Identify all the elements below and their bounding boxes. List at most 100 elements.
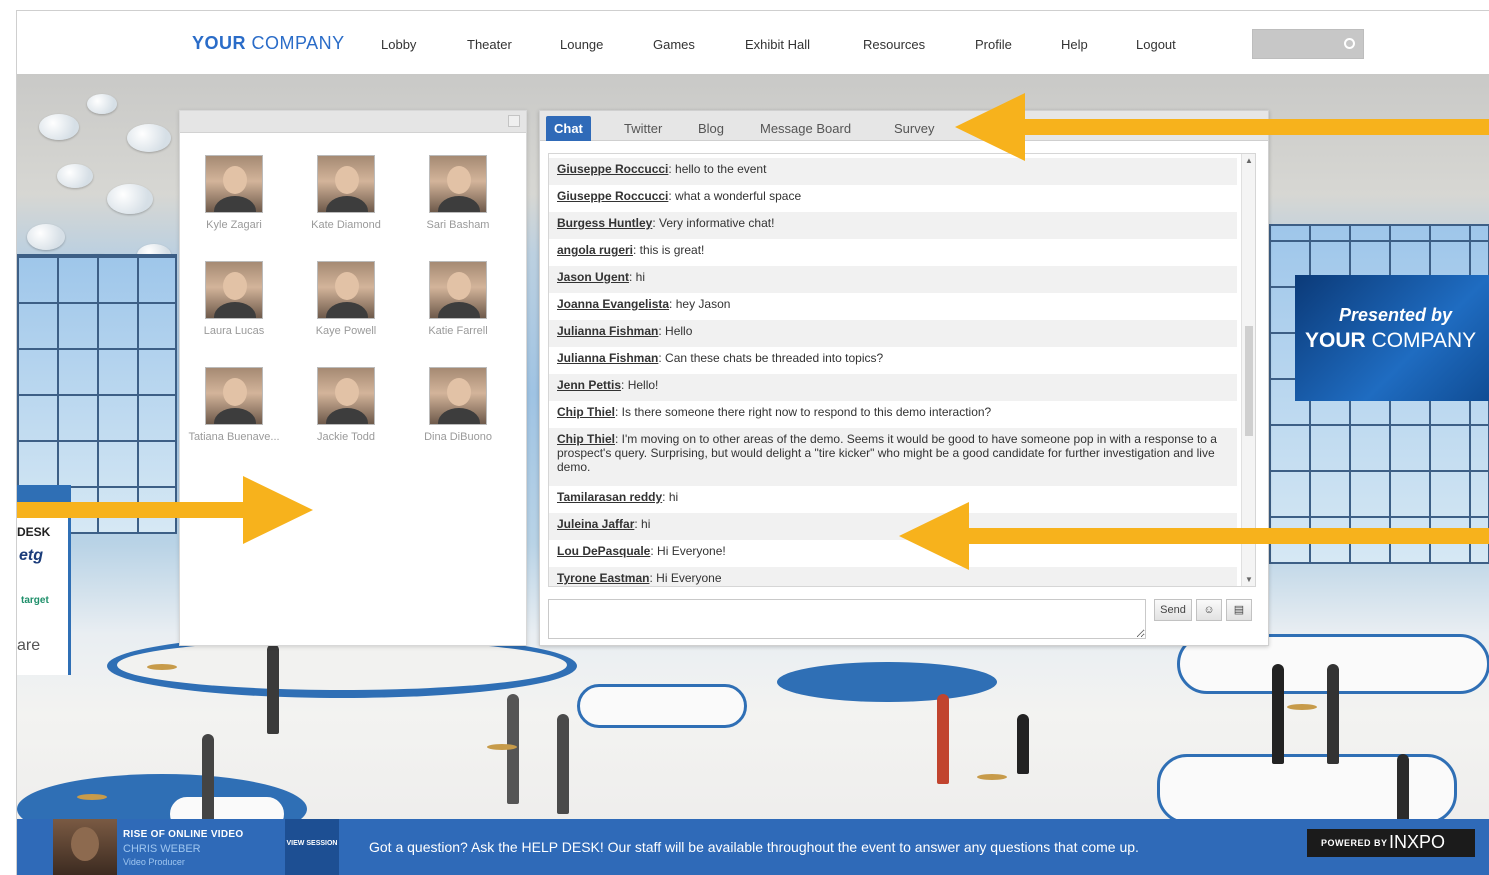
chat-scrollbar[interactable]: ▲ ▼ — [1241, 154, 1255, 586]
nav-lobby[interactable]: Lobby — [381, 37, 416, 52]
message-text: : Can these chats be threaded into topic… — [658, 351, 884, 365]
attendee-name: Kyle Zagari — [206, 219, 262, 231]
message-author[interactable]: Julianna Fishman — [557, 351, 658, 365]
message-author[interactable]: Julianna Fishman — [557, 324, 658, 338]
avatar — [429, 367, 487, 425]
tab-chat[interactable]: Chat — [546, 116, 591, 141]
avatar — [429, 155, 487, 213]
avatar — [317, 261, 375, 319]
tab-survey[interactable]: Survey — [886, 116, 942, 141]
nav-resources[interactable]: Resources — [863, 37, 925, 52]
message-text: : Is there someone there right now to re… — [615, 405, 992, 419]
chat-message-input[interactable] — [548, 599, 1146, 639]
nav-theater[interactable]: Theater — [467, 37, 512, 52]
booth-logo-2: target — [21, 595, 49, 606]
attendee-name: Sari Basham — [426, 219, 490, 231]
attendee-card[interactable]: Sari Basham — [408, 155, 508, 231]
bottom-bar: RISE OF ONLINE VIDEO CHRIS WEBER Video P… — [17, 819, 1489, 875]
attendee-card[interactable]: Kyle Zagari — [184, 155, 284, 231]
booth-logo-1: etg — [19, 547, 43, 564]
attendee-card[interactable]: Laura Lucas — [184, 261, 284, 337]
message-author[interactable]: Juleina Jaffar — [557, 517, 634, 531]
view-session-button[interactable]: VIEW SESSION — [285, 819, 339, 875]
message-author[interactable]: Burgess Huntley — [557, 216, 652, 230]
tab-blog[interactable]: Blog — [690, 116, 732, 141]
booth-logo-3: are — [17, 637, 41, 654]
close-icon[interactable] — [508, 115, 520, 127]
message-author[interactable]: Jenn Pettis — [557, 378, 621, 392]
nav-help[interactable]: Help — [1061, 37, 1088, 52]
message-text: : hi — [634, 517, 651, 531]
nav-logout[interactable]: Logout — [1136, 37, 1176, 52]
keyboard-button[interactable]: ▤ — [1226, 599, 1252, 621]
avatar — [205, 367, 263, 425]
attendee-card[interactable]: Kaye Powell — [296, 261, 396, 337]
search-icon[interactable] — [1344, 38, 1355, 49]
session-title: RISE OF ONLINE VIDEO — [123, 829, 244, 840]
message-text: : Hi Everyone! — [650, 544, 726, 558]
message-author[interactable]: Lou DePasquale — [557, 544, 650, 558]
session-thumbnail[interactable] — [53, 819, 117, 875]
keyboard-icon: ▤ — [1233, 604, 1245, 616]
message-author[interactable]: Jason Ugent — [557, 270, 629, 284]
avatar — [205, 261, 263, 319]
chat-message: Julianna Fishman: Hello — [549, 320, 1237, 347]
session-speaker: CHRIS WEBER — [123, 843, 201, 855]
chat-message: Tyrone Eastman: Hi Everyone — [549, 567, 1237, 586]
message-text: : Hi Everyone — [649, 571, 722, 585]
attendee-panel: Kyle Zagari Kate Diamond Sari Basham Lau… — [179, 110, 527, 646]
avatar — [429, 261, 487, 319]
scroll-thumb[interactable] — [1245, 326, 1253, 436]
search-input[interactable] — [1252, 29, 1364, 59]
chat-message: Giuseppe Roccucci: hello to the event — [549, 158, 1237, 185]
attendee-card[interactable]: Jackie Todd — [296, 367, 396, 443]
scroll-down-icon[interactable]: ▼ — [1245, 575, 1253, 584]
emoticon-button[interactable]: ☺ — [1196, 599, 1222, 621]
attendee-card[interactable]: Dina DiBuono — [408, 367, 508, 443]
help-desk-message: Got a question? Ask the HELP DESK! Our s… — [369, 839, 1139, 855]
attendee-name: Jackie Todd — [317, 431, 375, 443]
message-text: : I'm moving on to other areas of the de… — [557, 432, 1217, 474]
message-author[interactable]: Chip Thiel — [557, 432, 615, 446]
message-text: : Hello — [658, 324, 693, 338]
chat-message: Lou DePasquale: Hi Everyone! — [549, 540, 1237, 567]
scroll-up-icon[interactable]: ▲ — [1245, 156, 1253, 165]
attendee-card[interactable]: Katie Farrell — [408, 261, 508, 337]
attendee-card[interactable]: Tatiana Buenave... — [184, 367, 284, 443]
message-author[interactable]: Chip Thiel — [557, 405, 615, 419]
avatar — [317, 155, 375, 213]
message-author[interactable]: Tamilarasan reddy — [557, 490, 662, 504]
avatar — [205, 155, 263, 213]
nav-lounge[interactable]: Lounge — [560, 37, 603, 52]
attendee-panel-header — [180, 111, 526, 133]
nav-profile[interactable]: Profile — [975, 37, 1012, 52]
powered-by-logo: POWERED BY INXPO — [1307, 829, 1475, 857]
attendee-name: Kate Diamond — [311, 219, 381, 231]
chat-message: Jason Ugent: hi — [549, 266, 1237, 293]
virtual-event-window: YOUR COMPANY Lobby Theater Lounge Games … — [16, 10, 1489, 875]
message-author[interactable]: Tyrone Eastman — [557, 571, 649, 585]
message-text: : hello to the event — [668, 162, 767, 176]
message-author[interactable]: angola rugeri — [557, 243, 633, 257]
tab-message-board[interactable]: Message Board — [752, 116, 859, 141]
attendee-name: Dina DiBuono — [424, 431, 492, 443]
session-speaker-role: Video Producer — [123, 857, 185, 867]
chat-message: Chip Thiel: I'm moving on to other areas… — [549, 428, 1237, 486]
attendee-card[interactable]: Kate Diamond — [296, 155, 396, 231]
message-text: : hi — [662, 490, 679, 504]
tab-twitter[interactable]: Twitter — [616, 116, 670, 141]
message-author[interactable]: Giuseppe Roccucci — [557, 162, 668, 176]
message-text: : Hello! — [621, 378, 659, 392]
send-button[interactable]: Send — [1154, 599, 1192, 621]
message-author[interactable]: Giuseppe Roccucci — [557, 189, 668, 203]
message-author[interactable]: Joanna Evangelista — [557, 297, 669, 311]
sponsor-company: YOUR COMPANY — [1305, 329, 1477, 352]
chat-message: Julianna Fishman: Can these chats be thr… — [549, 347, 1237, 374]
message-text: : this is great! — [633, 243, 705, 257]
emoticon-icon: ☺ — [1203, 604, 1215, 616]
avatar — [317, 367, 375, 425]
company-logo[interactable]: YOUR COMPANY — [192, 33, 345, 54]
nav-games[interactable]: Games — [653, 37, 695, 52]
chat-message: Chip Thiel: Is there someone there right… — [549, 401, 1237, 428]
nav-exhibit-hall[interactable]: Exhibit Hall — [745, 37, 810, 52]
